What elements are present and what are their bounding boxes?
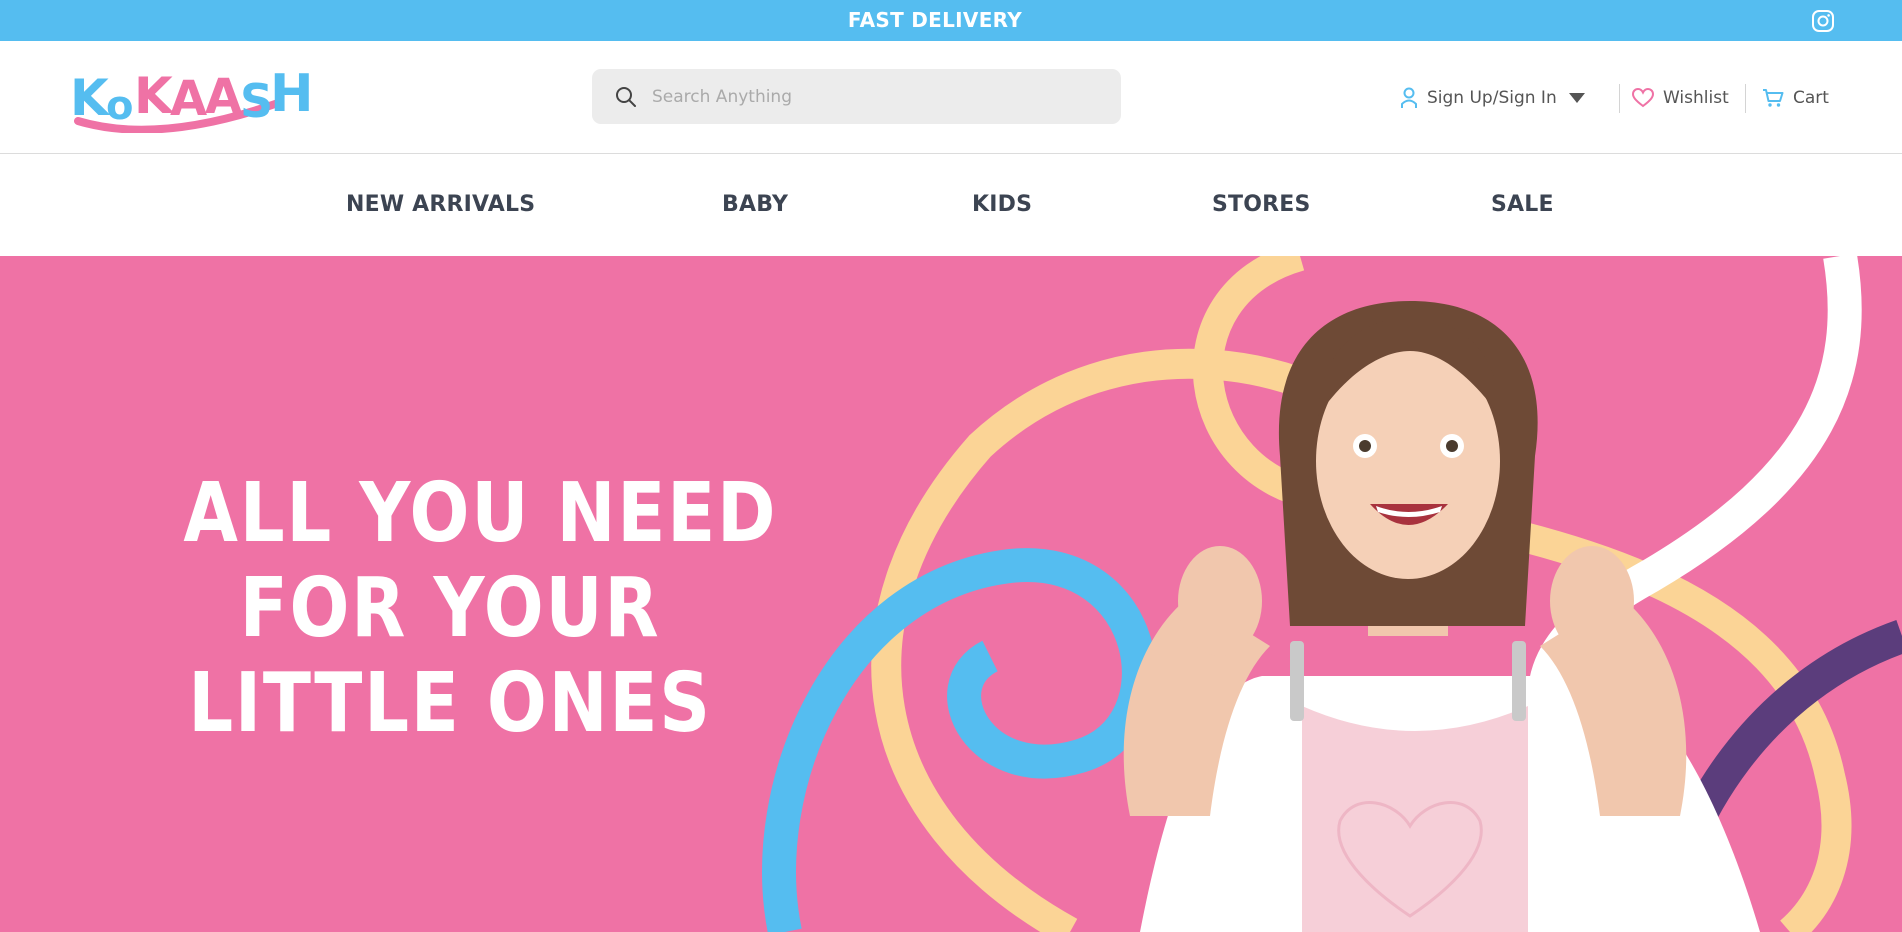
cart-icon [1763, 88, 1784, 107]
search-icon[interactable] [614, 85, 638, 109]
instagram-icon[interactable] [1811, 9, 1835, 33]
site-header: K o K A A S H Sign Up/Sign In Wishlist [0, 41, 1902, 154]
header-divider [1745, 84, 1746, 113]
svg-text:K: K [70, 69, 111, 127]
cart-link[interactable]: Cart [1762, 41, 1829, 154]
hero-headline-line: LITTLE ONES [188, 656, 712, 751]
svg-text:o: o [106, 83, 133, 129]
heart-icon [1632, 87, 1654, 107]
signin-label[interactable]: Sign Up/Sign In [1427, 88, 1557, 108]
wishlist-link[interactable]: Wishlist [1632, 41, 1729, 154]
cart-label[interactable]: Cart [1793, 88, 1829, 108]
nav-item-sale[interactable]: SALE [1491, 154, 1554, 256]
search-input[interactable] [652, 69, 1102, 124]
svg-text:A: A [170, 71, 207, 127]
hero-headline-line: ALL YOU NEED [183, 466, 778, 561]
svg-text:H: H [270, 64, 314, 124]
user-icon [1401, 87, 1417, 108]
nav-item-kids[interactable]: KIDS [972, 154, 1032, 256]
header-divider [1619, 84, 1620, 113]
nav-item-new-arrivals[interactable]: NEW ARRIVALS [346, 154, 535, 256]
nav-item-baby[interactable]: BABY [722, 154, 788, 256]
main-nav: NEW ARRIVALS BABY KIDS STORES SALE [0, 154, 1902, 256]
wishlist-label[interactable]: Wishlist [1663, 88, 1729, 108]
svg-text:A: A [205, 69, 242, 125]
hero-headline-line: FOR YOUR [239, 561, 661, 656]
hero-banner[interactable]: ALL YOU NEED FOR YOUR LITTLE ONES Activa… [0, 256, 1902, 932]
svg-text:S: S [240, 74, 273, 128]
caret-down-icon[interactable] [1568, 92, 1585, 103]
announcement-text: FAST DELIVERY [847, 8, 1023, 32]
nav-item-stores[interactable]: STORES [1212, 154, 1311, 256]
signin-menu[interactable]: Sign Up/Sign In [1400, 41, 1585, 154]
svg-text:K: K [134, 67, 175, 125]
os-watermark: Activate Windows [1598, 892, 1749, 912]
kokaash-logo[interactable]: K o K A A S H [68, 61, 314, 133]
hero-headline: ALL YOU NEED FOR YOUR LITTLE ONES [183, 466, 778, 751]
announcement-bar: FAST DELIVERY [0, 0, 1902, 41]
search-box[interactable] [592, 69, 1121, 124]
